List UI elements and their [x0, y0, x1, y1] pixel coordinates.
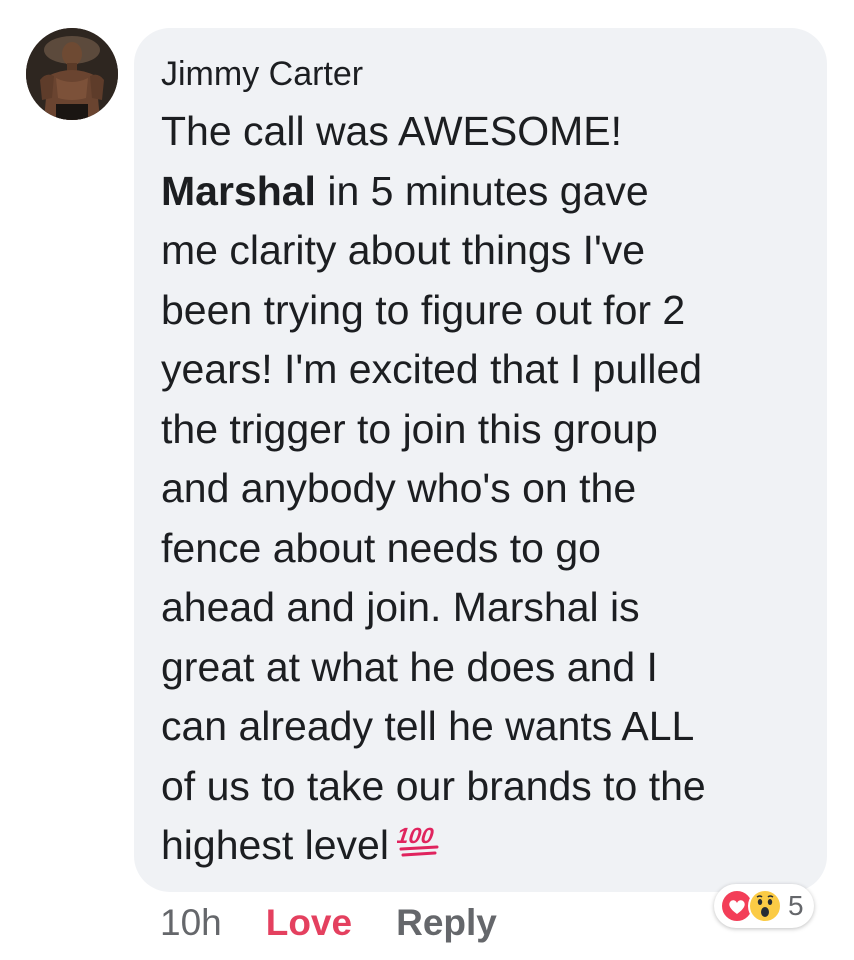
comment-line: great at what he does and I — [161, 643, 658, 690]
comment-line: can already tell he wants ALL — [161, 703, 695, 749]
reaction-count: 5 — [788, 890, 804, 921]
comment-line: me clarity about things I've — [161, 227, 646, 273]
comment-actions: 10h Love Reply — [160, 898, 497, 948]
comment-line: The call was AWESOME! — [161, 108, 622, 154]
comment-line: been trying to figure out for 2 — [161, 286, 686, 333]
comment-timestamp[interactable]: 10h — [160, 902, 222, 944]
reaction-summary[interactable]: 5 — [714, 884, 814, 928]
comment-line: fence about needs to go — [161, 524, 601, 571]
comment-line: Marshal in 5 minutes gave — [161, 162, 805, 222]
comment-line: years! I'm excited that I pulled — [161, 346, 703, 392]
comment-line: of us to take our brands to the — [161, 762, 706, 809]
mention-link[interactable]: Marshal — [161, 168, 316, 214]
avatar[interactable] — [26, 28, 118, 120]
comment-line: highest level 100 — [161, 816, 805, 876]
comment-line: ahead and join. Marshal is — [161, 584, 640, 630]
love-button[interactable]: Love — [266, 902, 352, 944]
hundred-points-text: 100 — [397, 823, 436, 848]
comment-text: The call was AWESOME! Marshal in 5 minut… — [161, 102, 805, 876]
hundred-points-icon: 100 — [395, 816, 443, 876]
comment-author[interactable]: Jimmy Carter — [161, 54, 805, 94]
comment-bubble: Jimmy Carter The call was AWESOME! Marsh… — [134, 28, 827, 892]
avatar-photo — [26, 28, 118, 120]
comment-line-text: highest level — [161, 822, 389, 868]
comment-line: the trigger to join this group — [161, 405, 658, 452]
wow-reaction-icon — [748, 889, 782, 923]
comment-line-text: in 5 minutes gave — [315, 167, 649, 214]
reply-button[interactable]: Reply — [396, 902, 497, 944]
comment-line: and anybody who's on the — [161, 465, 637, 511]
